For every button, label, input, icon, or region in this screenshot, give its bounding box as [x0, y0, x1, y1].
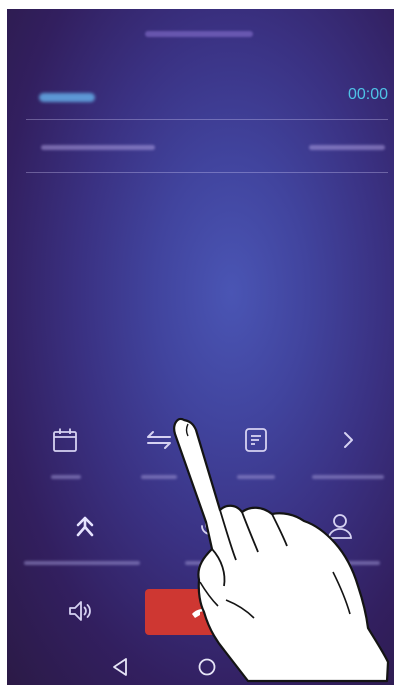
- add-call-icon[interactable]: [71, 512, 99, 540]
- call-status-title: [145, 31, 253, 37]
- mute-label: [185, 561, 255, 565]
- contacts-label: [310, 561, 380, 565]
- contacts-icon[interactable]: [326, 512, 354, 540]
- speaker-icon[interactable]: [66, 597, 94, 625]
- divider: [26, 172, 388, 173]
- recent-apps-icon[interactable]: [279, 655, 303, 679]
- calendar-icon[interactable]: [51, 426, 79, 454]
- in-call-screen: 00:00: [7, 9, 394, 685]
- caller-location: [309, 145, 385, 150]
- caller-number: [41, 145, 155, 150]
- add-call-label: [24, 561, 140, 565]
- caller-name: [39, 93, 95, 102]
- divider: [26, 119, 388, 120]
- end-call-button[interactable]: [145, 589, 263, 635]
- switch-label: [141, 475, 177, 479]
- navigation-bar: [7, 649, 394, 685]
- chevron-right-icon[interactable]: [334, 426, 362, 454]
- back-icon[interactable]: [109, 655, 133, 679]
- calendar-label: [51, 475, 81, 479]
- call-timer: 00:00: [347, 86, 388, 103]
- swap-arrows-icon[interactable]: [145, 426, 173, 454]
- notes-icon[interactable]: [242, 426, 270, 454]
- notes-label: [237, 475, 275, 479]
- end-call-icon: [192, 608, 216, 618]
- more-label: [312, 475, 384, 479]
- microphone-icon[interactable]: [196, 512, 224, 540]
- home-icon[interactable]: [195, 655, 219, 679]
